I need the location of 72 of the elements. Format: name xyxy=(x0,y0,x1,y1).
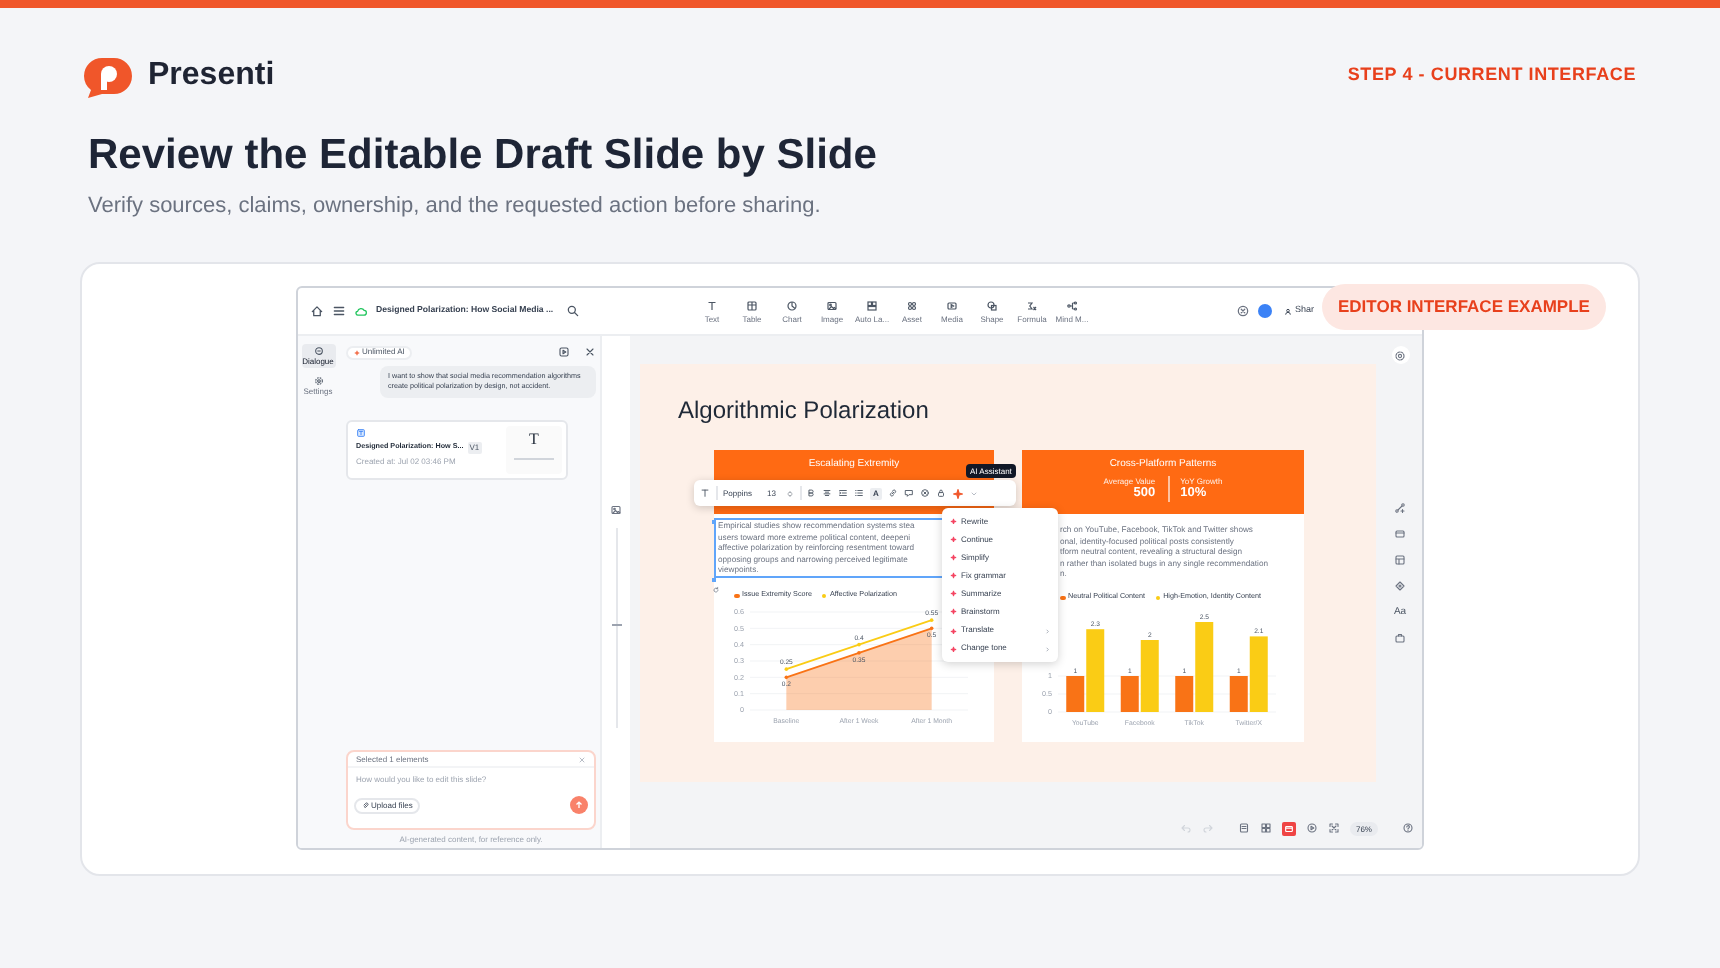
close-icon[interactable] xyxy=(584,346,596,358)
fit-screen-icon[interactable] xyxy=(1327,822,1340,834)
sparkle-icon xyxy=(950,572,957,580)
align-center-icon[interactable] xyxy=(822,488,832,498)
media-icon xyxy=(946,299,958,311)
cloud-saved-icon xyxy=(354,304,368,318)
image-icon xyxy=(826,299,838,311)
layout-icon[interactable] xyxy=(1394,554,1406,566)
diamond-icon[interactable] xyxy=(1394,580,1406,592)
send-button[interactable] xyxy=(570,796,588,814)
slide[interactable] xyxy=(640,364,1376,782)
pie-chart-icon xyxy=(786,299,798,311)
link-icon[interactable] xyxy=(888,488,898,498)
sparkle-icon xyxy=(950,590,957,598)
comment-icon[interactable] xyxy=(904,488,914,498)
sparkle-icon xyxy=(950,645,957,653)
ai-assistant-icon[interactable] xyxy=(952,487,964,499)
present-icon[interactable] xyxy=(558,346,570,358)
logo-icon xyxy=(80,55,136,97)
page-subtitle: Verify sources, claims, ownership, and the requested action before sharing. xyxy=(88,192,823,220)
slide-panel-icon[interactable] xyxy=(610,504,622,516)
close-circle-icon[interactable] xyxy=(1236,304,1251,318)
formula-icon xyxy=(1026,299,1038,311)
slide-thumbnail: T xyxy=(506,426,562,474)
resize-handle[interactable] xyxy=(712,520,716,524)
sparkle-icon xyxy=(950,608,957,616)
slides-view-icon[interactable] xyxy=(1281,821,1296,835)
stepper-icon[interactable] xyxy=(785,489,793,497)
resize-handle[interactable] xyxy=(712,578,716,582)
lock-icon[interactable] xyxy=(936,488,946,498)
text-icon xyxy=(706,299,718,311)
search-icon[interactable] xyxy=(565,304,580,318)
chat-icon xyxy=(313,346,323,356)
sparkle-icon xyxy=(950,554,957,562)
connector-icon[interactable] xyxy=(1394,502,1406,514)
step-label: STEP 4 - CURRENT INTERFACE xyxy=(1347,62,1636,89)
rotate-handle-icon[interactable] xyxy=(712,586,720,594)
mind-map-icon xyxy=(1066,299,1078,311)
sparkle-icon xyxy=(354,349,360,355)
document-icon xyxy=(356,428,366,438)
paperclip-icon xyxy=(362,801,369,809)
section-tag: EDITOR INTERFACE EXAMPLE xyxy=(1322,284,1606,330)
brand-name: Presenti xyxy=(148,56,275,96)
content-card[interactable] xyxy=(1022,450,1304,742)
clear-format-icon[interactable] xyxy=(920,488,930,498)
sparkle-icon xyxy=(950,517,957,525)
grid-view-icon[interactable] xyxy=(1259,822,1272,834)
settings-icon[interactable] xyxy=(1394,349,1406,361)
page-title: Review the Editable Draft Slide by Slide xyxy=(88,132,879,180)
menu-icon[interactable] xyxy=(332,304,346,318)
notes-icon[interactable] xyxy=(1237,822,1250,834)
person-icon xyxy=(1284,307,1293,315)
layout-icon xyxy=(866,299,878,311)
sparkle-icon xyxy=(950,627,957,635)
home-icon[interactable] xyxy=(310,304,324,318)
play-icon[interactable] xyxy=(1305,822,1318,834)
table-icon xyxy=(746,299,758,311)
slide-title: Algorithmic Polarization xyxy=(676,394,931,424)
arrow-up-icon xyxy=(574,800,584,810)
sparkle-icon xyxy=(950,535,957,543)
shapes-icon xyxy=(986,299,998,311)
gear-icon xyxy=(313,376,323,386)
briefcase-icon[interactable] xyxy=(1394,632,1406,644)
list-icon[interactable] xyxy=(854,488,864,498)
frame-icon[interactable] xyxy=(1394,528,1406,540)
bold-icon[interactable] xyxy=(806,488,816,498)
text-style-icon[interactable] xyxy=(700,488,710,498)
user-avatar[interactable] xyxy=(1258,304,1273,318)
help-icon[interactable] xyxy=(1402,822,1414,834)
slides-icon xyxy=(1283,823,1294,833)
dots-grid-icon xyxy=(906,299,918,311)
indent-icon[interactable] xyxy=(838,488,848,498)
